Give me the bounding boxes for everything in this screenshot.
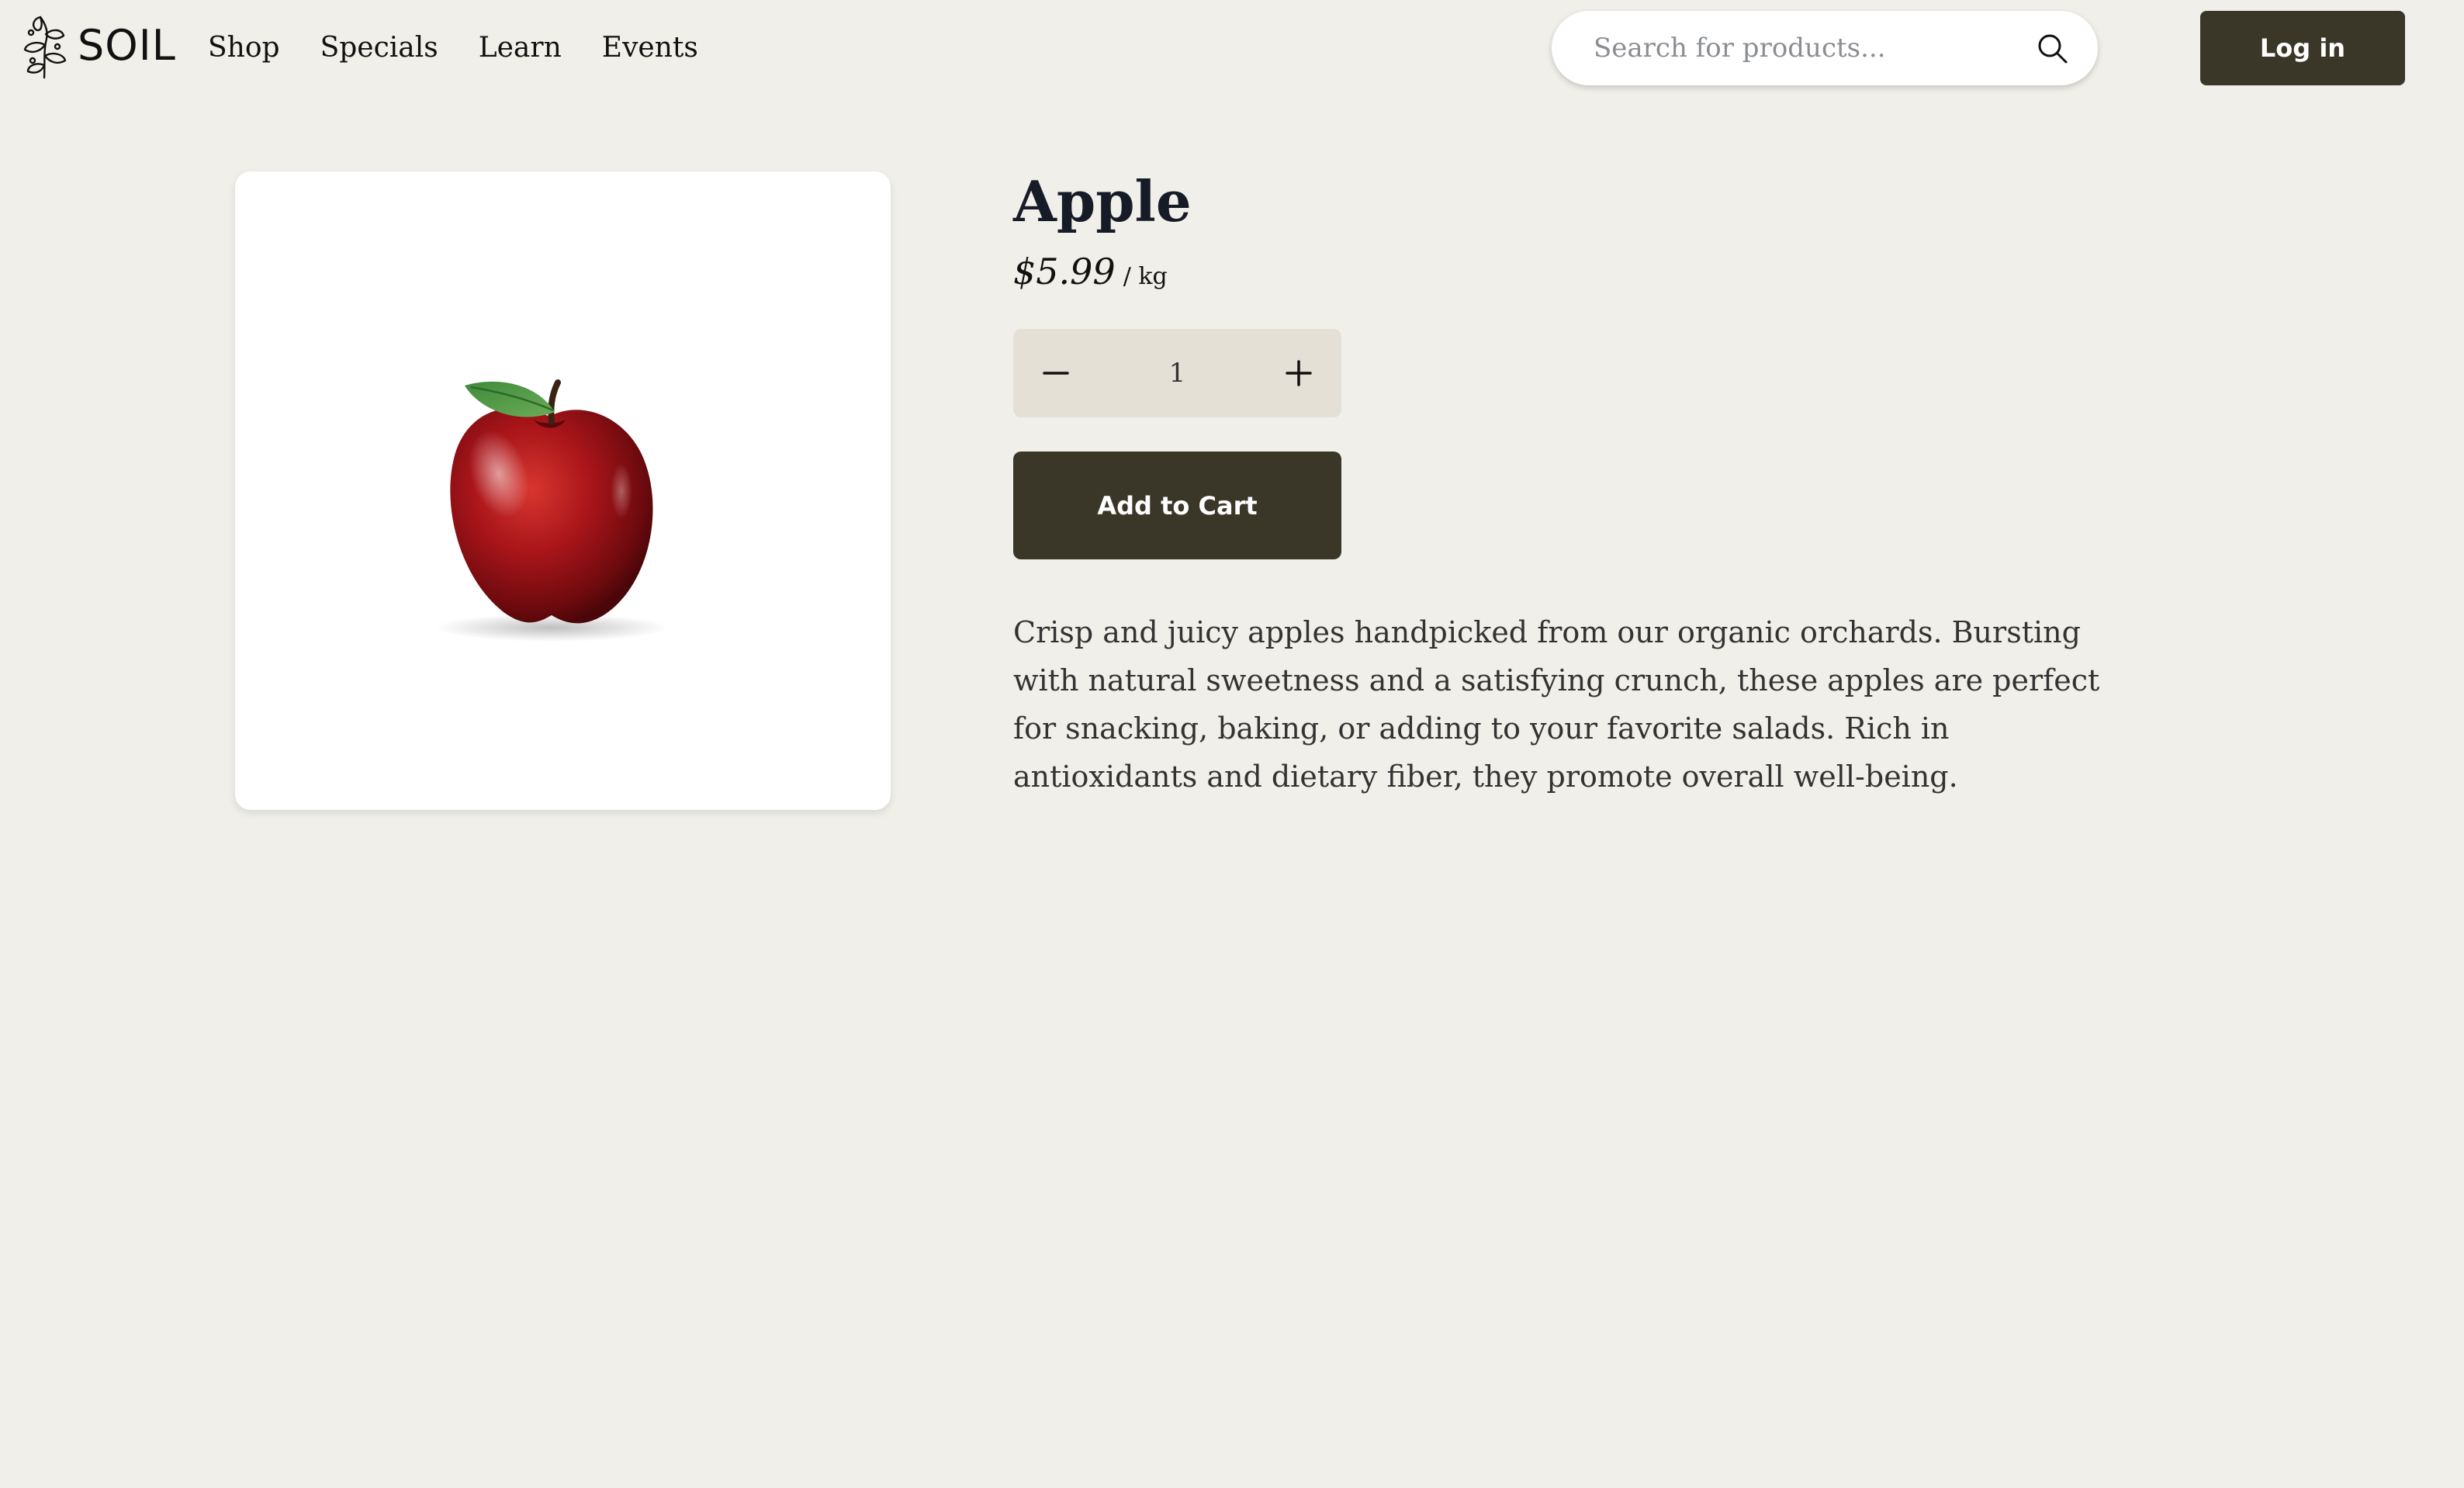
- nav-item-specials[interactable]: Specials: [320, 26, 438, 70]
- quantity-input[interactable]: [1099, 329, 1256, 417]
- apple-image: [435, 379, 668, 642]
- search-bar: [1552, 11, 2098, 85]
- product-price: $5.99: [1013, 251, 1116, 292]
- decrease-quantity-button[interactable]: [1013, 329, 1099, 417]
- price-unit: / kg: [1123, 263, 1168, 290]
- price-row: $5.99 / kg: [1013, 247, 1168, 302]
- minus-icon: [1043, 372, 1069, 375]
- search-input[interactable]: [1592, 11, 2011, 85]
- increase-quantity-button[interactable]: [1256, 329, 1341, 417]
- product-title: Apple: [1013, 168, 1192, 234]
- product-image-card: [235, 171, 891, 810]
- site-header: SOIL Shop Specials Learn Events Log in: [0, 0, 2464, 96]
- quantity-stepper: [1013, 329, 1341, 417]
- main-nav: Shop Specials Learn Events: [208, 26, 698, 70]
- nav-item-learn[interactable]: Learn: [479, 26, 562, 70]
- logo-text: SOIL: [78, 21, 176, 70]
- search-icon[interactable]: [2036, 32, 2068, 64]
- product-description: Crisp and juicy apples handpicked from o…: [1013, 615, 2100, 794]
- add-to-cart-button[interactable]: Add to Cart: [1013, 452, 1341, 559]
- login-button[interactable]: Log in: [2200, 11, 2405, 85]
- soil-leaf-logo-icon: [23, 16, 67, 79]
- nav-item-shop[interactable]: Shop: [208, 26, 280, 70]
- plus-icon: [1286, 360, 1312, 386]
- site-logo[interactable]: SOIL: [17, 12, 176, 79]
- nav-item-events[interactable]: Events: [602, 26, 698, 70]
